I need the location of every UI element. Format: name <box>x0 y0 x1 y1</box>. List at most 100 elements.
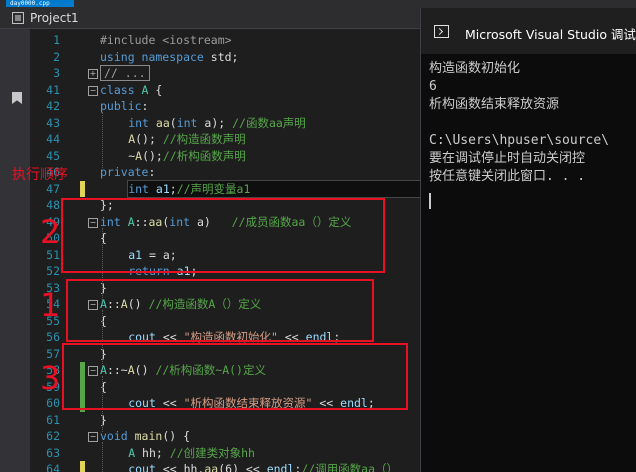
line-number: 1 <box>53 33 60 47</box>
code-token: using namespace <box>100 49 211 64</box>
code-token: int <box>176 115 205 130</box>
code-line[interactable]: 2 using namespace std; <box>30 49 420 66</box>
code-token: void <box>100 429 135 443</box>
line-number: 52 <box>46 264 60 278</box>
line-number: 56 <box>46 330 60 344</box>
code-text: A hh; //创建类对象hh <box>128 445 255 462</box>
annotation-number-1: 1 <box>40 286 61 324</box>
code-token: ( <box>169 115 177 130</box>
code-token: #include <iostream> <box>100 33 232 47</box>
line-number: 41 <box>46 82 60 97</box>
code-token: //创建类对象hh <box>169 445 255 460</box>
code-token: aa <box>155 115 170 130</box>
annotation-number-3: 3 <box>40 359 61 397</box>
code-token: (); <box>135 132 163 146</box>
code-token: std; <box>210 49 239 64</box>
project-icon <box>12 12 24 24</box>
code-text: int a1;//声明变量a1 <box>127 179 420 198</box>
code-token: : <box>148 165 156 179</box>
file-tab[interactable]: day0000.cpp <box>6 0 74 7</box>
line-number: 63 <box>46 445 60 460</box>
code-line[interactable]: 3 +// ... <box>30 65 420 82</box>
line-number: 62 <box>46 429 60 443</box>
console-line: 构造函数初始化 <box>429 61 521 76</box>
code-token: //构造函数声明 <box>162 132 246 146</box>
code-line[interactable]: 45 ~A();//析构函数声明 <box>30 148 420 165</box>
code-token: << hh. <box>155 462 205 472</box>
console-title: Microsoft Visual Studio 调试控 <box>465 27 636 42</box>
line-number: 43 <box>46 115 60 130</box>
collapse-icon[interactable]: − <box>88 432 98 442</box>
code-token: public <box>100 99 142 113</box>
expand-icon[interactable]: + <box>88 69 98 79</box>
annotation-number-2: 2 <box>40 213 61 251</box>
collapsed-region[interactable]: // ... <box>100 65 150 81</box>
code-token: ; <box>169 181 177 196</box>
line-number: 48 <box>46 198 60 212</box>
code-line[interactable]: 43 int aa(int a); //函数aa声明 <box>30 115 420 132</box>
terminal-icon <box>434 25 449 38</box>
code-text: public: <box>100 98 148 115</box>
project-label[interactable]: Project1 <box>30 11 79 25</box>
debug-console-window[interactable]: Microsoft Visual Studio 调试控 构造函数初始化 6 析构函数… <box>420 8 636 472</box>
bookmark-icon[interactable] <box>12 92 22 104</box>
console-line: 6 <box>429 79 437 94</box>
code-token: { <box>148 82 163 97</box>
code-text: int aa(int a); //函数aa声明 <box>128 115 306 132</box>
code-token: cout <box>128 462 156 472</box>
top-strip: day0000.cpp <box>0 0 636 8</box>
code-line[interactable]: 61} <box>30 412 420 429</box>
console-line: 要在调试停止时自动关闭控 <box>429 151 586 166</box>
line-number: 45 <box>46 148 60 163</box>
indent-guide <box>102 112 103 168</box>
line-number: 2 <box>53 49 60 64</box>
code-line[interactable]: 41 − class A { <box>30 82 420 99</box>
console-titlebar[interactable]: Microsoft Visual Studio 调试控 <box>421 8 636 54</box>
code-text: class A { <box>100 82 162 99</box>
code-line[interactable]: 44 A(); //构造函数声明 <box>30 131 420 148</box>
annotation-box-2 <box>61 198 385 273</box>
code-text: cout << hh.aa(6) << endl;//调用函数aa（） <box>128 461 398 472</box>
code-token: endl <box>266 462 295 472</box>
annotation-box-1 <box>66 279 374 342</box>
annotation-box-3 <box>62 343 408 410</box>
code-text: ~A();//析构函数声明 <box>128 148 246 165</box>
code-token: //调用函数aa（） <box>301 462 399 472</box>
execution-order-label: 执行顺序 <box>12 167 68 183</box>
code-token: //析构函数声明 <box>162 148 246 163</box>
code-token: int <box>128 115 156 130</box>
line-number: 61 <box>46 412 60 427</box>
code-token: : <box>141 99 149 113</box>
code-token: main <box>134 429 163 443</box>
code-token: hh; <box>135 445 170 460</box>
code-line[interactable]: 62 − void main() { <box>30 428 420 445</box>
collapse-icon[interactable]: − <box>88 85 98 96</box>
code-token: int <box>128 181 156 196</box>
code-token: aa <box>204 462 219 472</box>
code-token: (); <box>142 148 163 163</box>
line-number: 60 <box>46 396 60 410</box>
console-line: 按任意键关闭此窗口. . . <box>429 169 586 184</box>
line-number: 44 <box>46 132 60 146</box>
code-token: //声明变量a1 <box>176 181 251 196</box>
code-text: A(); //构造函数声明 <box>128 131 246 148</box>
line-number: 42 <box>46 99 60 113</box>
change-marker <box>80 461 85 472</box>
code-token: a1 <box>155 181 170 196</box>
code-line[interactable]: 46 private: <box>30 164 420 181</box>
project-bar: Project1 <box>0 8 420 29</box>
code-token: class <box>100 82 142 97</box>
code-text: using namespace std; <box>100 49 238 66</box>
code-line[interactable]: 47 int a1;//声明变量a1 <box>30 179 420 198</box>
code-line[interactable]: 64 cout << hh.aa(6) << endl;//调用函数aa（） <box>30 461 420 472</box>
code-token: () { <box>162 429 191 443</box>
change-marker <box>80 180 85 197</box>
line-number: 64 <box>46 462 60 472</box>
code-text: #include <iostream> <box>100 32 232 49</box>
console-line: 析构函数结束释放资源 <box>429 97 560 112</box>
code-token: a); <box>204 115 233 130</box>
console-line: C:\Users\hpuser\source\ <box>429 133 610 148</box>
code-line[interactable]: 1 #include <iostream> <box>30 32 420 49</box>
code-line[interactable]: 63 A hh; //创建类对象hh <box>30 445 420 462</box>
code-line[interactable]: 42 public: <box>30 98 420 115</box>
